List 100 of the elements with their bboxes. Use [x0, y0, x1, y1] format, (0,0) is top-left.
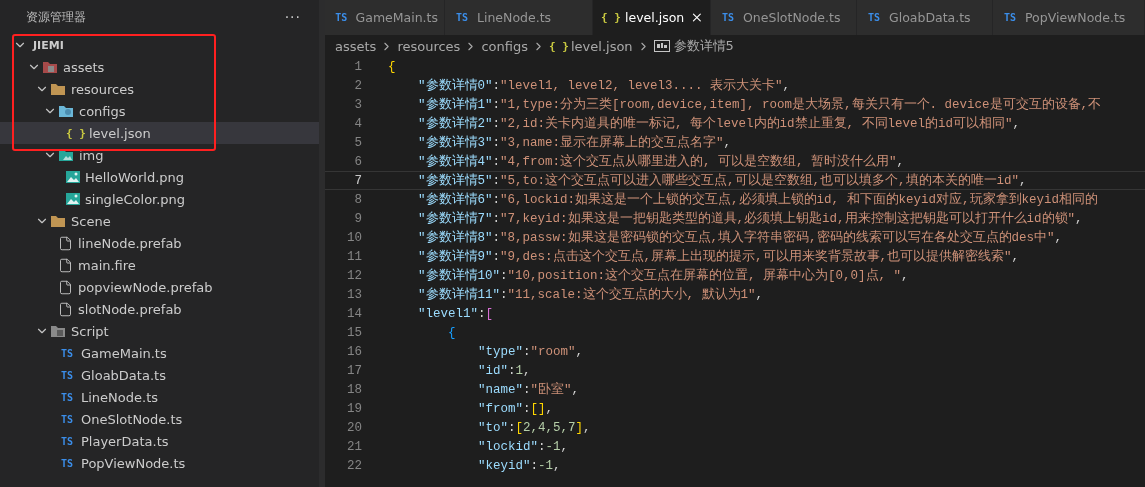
line-number: 5 [353, 135, 362, 150]
file-icon [58, 257, 73, 273]
code-line: "参数详情9":"9,des:点击这个交互点,屏幕上出现的提示,可以用来奖背景故事,也可以提供解密线索", [418, 248, 1020, 265]
typescript-icon: TS [865, 12, 883, 23]
typescript-icon: TS [58, 435, 76, 447]
typescript-icon: TS [58, 391, 76, 403]
folder-row[interactable]: JIEMI [0, 34, 319, 56]
folder-icon [50, 82, 66, 96]
line-number: 4 [353, 116, 362, 131]
code-line: "参数详情0":"level1, level2, level3.... 表示大关卡", [418, 77, 791, 94]
file-icon [58, 279, 73, 295]
code-line: "lockid":-1, [478, 439, 569, 454]
line-number: 13 [346, 287, 362, 302]
file-row[interactable]: TS LineNode.ts [0, 386, 319, 408]
editor-tab[interactable]: TS GloabData.ts [857, 0, 993, 35]
file-row[interactable]: main.fire [0, 254, 319, 276]
folder-row[interactable]: Script [0, 320, 319, 342]
code-line: "参数详情10":"10,position:这个交互点在屏幕的位置, 屏幕中心为[0,0]点, ", [418, 267, 909, 284]
code-line: "参数详情8":"8,passw:如果这是密码锁的交互点,填入字符串密码,密码的线索可以写在各处交互点的des中", [418, 229, 1063, 246]
code-line: "name":"卧室", [478, 381, 580, 398]
code-line: "参数详情7":"7,keyid:如果这是一把钥匙类型的道具,必须填上钥匙id,用来控制这把钥匙可以打开什么id的锁", [418, 210, 1083, 227]
file-row[interactable]: { } level.json [0, 122, 319, 144]
code-line: "参数详情6":"6,lockid:如果这是一个上锁的交互点,必须填上锁的id, 和下面的keyid对应,玩家拿到keyid相同的 [418, 191, 1099, 208]
image-icon [66, 171, 80, 183]
folder-row[interactable]: assets [0, 56, 319, 78]
json-icon: { } [601, 11, 619, 24]
code-line: "keyid":-1, [478, 458, 561, 473]
code-line: "id":1, [478, 363, 531, 378]
file-row[interactable]: lineNode.prefab [0, 232, 319, 254]
file-row[interactable]: TS GameMain.ts [0, 342, 319, 364]
editor-tab[interactable]: TS PopViewNode.ts [993, 0, 1145, 35]
line-number: 18 [346, 382, 362, 397]
line-number: 9 [353, 211, 362, 226]
typescript-icon: TS [58, 369, 76, 381]
line-number: 1 [353, 59, 362, 74]
folder-icon [42, 60, 58, 74]
breadcrumb[interactable]: 参数详情5 [653, 37, 734, 55]
code-line: "level1":[ [418, 306, 494, 321]
panel-title: 资源管理器 [26, 9, 86, 25]
line-number: 21 [346, 439, 362, 454]
line-number: 12 [346, 268, 362, 283]
file-row[interactable]: HelloWorld.png [0, 166, 319, 188]
folder-icon [58, 104, 74, 118]
code-line: "参数详情5":"5,to:这个交互点可以进入哪些交互点,可以是空数组,也可以填多个,填的本关的唯一id", [418, 172, 1027, 189]
breadcrumb[interactable]: resources [397, 38, 461, 54]
file-row[interactable]: singleColor.png [0, 188, 319, 210]
line-number: 16 [346, 344, 362, 359]
folder-icon [50, 214, 66, 228]
code-line: "参数详情4":"4,from:这个交互点从哪里进入的, 可以是空数组, 暂时没什么用", [418, 153, 905, 170]
line-number: 22 [346, 458, 362, 473]
code-line: "参数详情3":"3,name:显示在屏幕上的交互点名字", [418, 134, 732, 151]
file-row[interactable]: TS OneSlotNode.ts [0, 408, 319, 430]
editor-tab[interactable]: TS OneSlotNode.ts [711, 0, 857, 35]
code-line: { [388, 59, 396, 74]
close-icon[interactable] [690, 10, 704, 25]
file-icon [58, 301, 73, 317]
line-number: 14 [346, 306, 362, 321]
file-row[interactable]: slotNode.prefab [0, 298, 319, 320]
folder-icon [58, 148, 74, 162]
line-number: 8 [353, 192, 362, 207]
code-line: "参数详情1":"1,type:分为三类[room,device,item], room是大场景,每关只有一个. device是可交互的设备,不 [418, 96, 1102, 113]
editor-tab[interactable]: TS LineNode.ts [445, 0, 593, 35]
folder-row[interactable]: resources [0, 78, 319, 100]
line-number: 6 [353, 154, 362, 169]
folder-icon [50, 324, 66, 338]
typescript-icon: TS [719, 12, 737, 23]
code-line: { [448, 325, 456, 340]
file-row[interactable]: TS PopViewNode.ts [0, 452, 319, 474]
editor-tab[interactable]: { } level.json [593, 0, 711, 35]
folder-row[interactable]: img [0, 144, 319, 166]
file-row[interactable]: TS PlayerData.ts [0, 430, 319, 452]
code-line: "from":[], [478, 401, 554, 416]
editor-tab[interactable]: TS GameMain.ts [325, 0, 445, 35]
breadcrumb[interactable]: configs [481, 38, 528, 54]
line-number: 15 [346, 325, 362, 340]
file-icon [58, 235, 73, 251]
line-number: 2 [353, 78, 362, 93]
code-line: "参数详情11":"11,scale:这个交互点的大小, 默认为1", [418, 286, 764, 303]
folder-row[interactable]: configs [0, 100, 319, 122]
typescript-icon: TS [58, 347, 76, 359]
symbol-icon [653, 40, 670, 52]
line-number: 3 [353, 97, 362, 112]
file-row[interactable]: TS GloabData.ts [0, 364, 319, 386]
typescript-icon: TS [1001, 12, 1019, 23]
line-number: 7 [353, 173, 362, 188]
code-line: "to":[2,4,5,7], [478, 420, 591, 435]
line-number: 19 [346, 401, 362, 416]
typescript-icon: TS [333, 12, 350, 23]
more-button[interactable]: ··· [284, 9, 301, 25]
json-icon: { } [66, 126, 84, 140]
code-line: "参数详情2":"2,id:关卡内道具的唯一标记, 每个level内的id禁止重复, 不同level的id可以相同", [418, 115, 1021, 132]
breadcrumb[interactable]: assets [335, 38, 377, 54]
breadcrumb[interactable]: { } level.json [548, 38, 633, 54]
file-row[interactable]: popviewNode.prefab [0, 276, 319, 298]
image-icon [66, 193, 80, 205]
code-line: "type":"room", [478, 344, 584, 359]
folder-row[interactable]: Scene [0, 210, 319, 232]
line-number: 11 [346, 249, 362, 264]
line-number: 17 [346, 363, 362, 378]
typescript-icon: TS [58, 413, 76, 425]
